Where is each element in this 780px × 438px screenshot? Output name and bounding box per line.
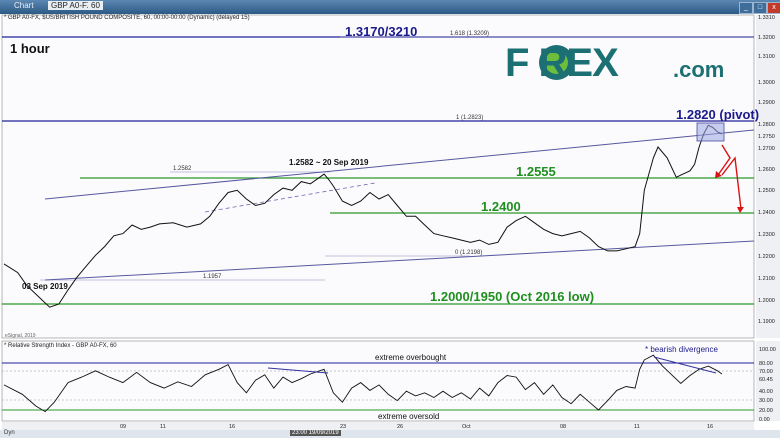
price-tick-label: 1.3310 (758, 15, 775, 21)
price-tick-label: 1.2700 (758, 146, 775, 152)
price-tick-label: 1.2500 (758, 188, 775, 194)
level-label-13170: 1.3170/3210 (345, 24, 417, 39)
price-tick-label: 1.3100 (758, 54, 775, 60)
price-tick-label: 1.2600 (758, 167, 775, 173)
status-dyn: Dyn (4, 430, 15, 436)
rsi-tick-label: 20.00 (759, 408, 773, 414)
fib-label-12582: 1.2582 (173, 166, 192, 172)
price-tick-label: 1.2800 (758, 122, 775, 128)
rsi-overbought-label: extreme overbought (375, 353, 447, 362)
price-tick-label: 1.2000 (758, 298, 775, 304)
forex-logo: F REX .com (505, 40, 743, 86)
price-tick-label: 1.2900 (758, 100, 775, 106)
status-date: 23:00 19/09/2019 (290, 430, 341, 436)
rsi-tick-label: 70.00 (759, 369, 773, 375)
chart-window: Chart GBP A0-FX 60 _ □ x 1.3310 1.3200 1.3… (0, 0, 780, 438)
price-tick-label: 1.1900 (758, 319, 775, 325)
chart-info: * GBP A0-FX, $US/BRITISH POUND COMPOSITE… (4, 15, 250, 21)
time-axis (2, 422, 754, 430)
price-tick-label: 1.2100 (758, 276, 775, 282)
level-label-12400: 1.2400 (481, 199, 521, 214)
rsi-tick-label: 40.00 (759, 389, 773, 395)
rsi-tick-label: 60.45 (759, 377, 773, 383)
esignal-watermark: eSignal, 2019 (5, 333, 36, 339)
price-axis (756, 15, 780, 338)
rsi-info: * Relative Strength Index - GBP A0-FX, 6… (4, 343, 117, 349)
price-tick-label: 1.2200 (758, 254, 775, 260)
level-label-12000: 1.2000/1950 (Oct 2016 low) (430, 289, 594, 304)
level-label-12820: 1.2820 (pivot) (676, 107, 759, 122)
price-tick-label: 1.2750 (758, 134, 775, 140)
logo-suffix: .com (673, 57, 725, 82)
status-bar: Dyn 23:00 19/09/2019 (0, 430, 780, 438)
fib-label-0: 0 (1.2198) (455, 250, 482, 256)
pivot-box (696, 122, 725, 142)
level-label-12555: 1.2555 (516, 164, 556, 179)
annotation-20sep: 1.2582 ~ 20 Sep 2019 (289, 158, 369, 167)
rsi-divergence-label: * bearish divergence (645, 345, 718, 354)
price-tick-label: 1.2300 (758, 232, 775, 238)
price-tick-label: 1.2400 (758, 210, 775, 216)
rsi-tick-label: 0.00 (759, 417, 770, 423)
fib-label-1: 1 (1.2823) (456, 115, 483, 121)
rsi-tick-label: 80.00 (759, 361, 773, 367)
rsi-tick-label: 100.00 (759, 347, 776, 353)
annotation-03sep: 03 Sep 2019 (22, 282, 68, 291)
fib-label-1618: 1.618 (1.3209) (450, 31, 489, 37)
price-tick-label: 1.3000 (758, 80, 775, 86)
fib-label-11957: 1.1957 (203, 274, 222, 280)
price-tick-label: 1.3200 (758, 35, 775, 41)
logo-text: F REX (505, 41, 619, 85)
rsi-tick-label: 30.00 (759, 398, 773, 404)
rsi-oversold-label: extreme oversold (378, 412, 439, 421)
timeframe-label: 1 hour (10, 41, 50, 56)
